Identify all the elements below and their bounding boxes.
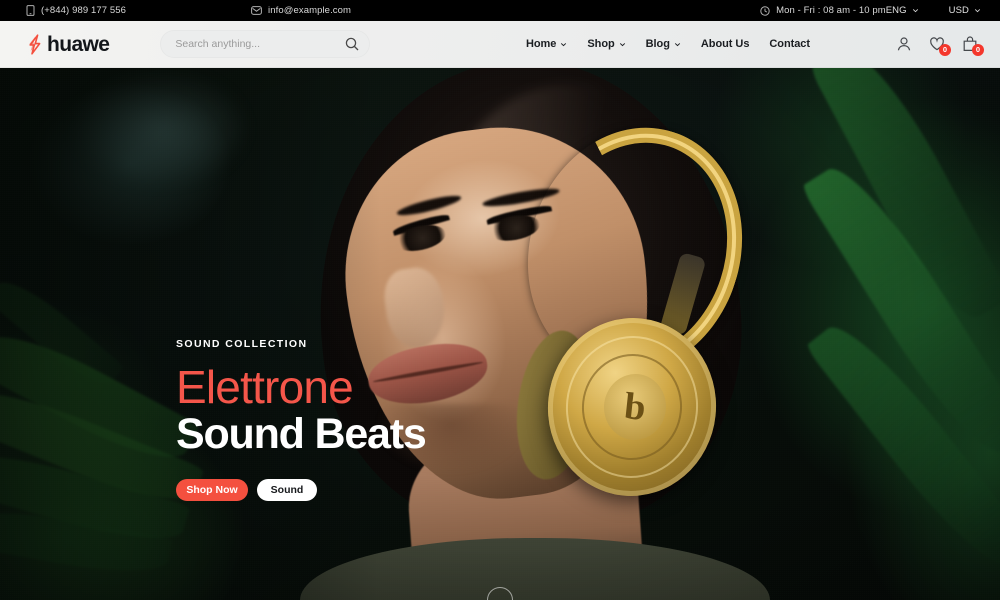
lightning-bolt-icon <box>29 33 41 55</box>
logo[interactable]: huawe <box>26 32 110 56</box>
account-button[interactable] <box>896 36 912 52</box>
chevron-down-icon <box>912 9 918 13</box>
mail-icon <box>251 6 262 15</box>
chevron-down-icon <box>619 42 625 46</box>
logo-text: huawe <box>47 32 110 56</box>
wishlist-count-badge: 0 <box>939 44 951 56</box>
cart-button[interactable]: 0 <box>962 36 984 56</box>
phone-icon <box>26 5 35 16</box>
language-selector-label: ENG <box>885 5 907 16</box>
topbar-selectors: ENG USD <box>886 5 989 16</box>
wishlist-button[interactable]: 0 <box>929 36 951 56</box>
topbar-phone[interactable]: (+844) 989 177 556 <box>26 5 126 16</box>
currency-selector[interactable]: USD <box>949 5 981 16</box>
user-icon <box>897 37 911 51</box>
topbar-email-text: info@example.com <box>268 5 352 16</box>
nav-item-shop[interactable]: Shop <box>587 38 625 50</box>
model-shoulder <box>300 538 770 600</box>
hero-eyebrow: SOUND COLLECTION <box>176 338 308 350</box>
topbar-hours-text: Mon - Fri : 08 am - 10 pm <box>776 5 886 16</box>
main-navigation: Home Shop Blog About Us Contact 0 0 <box>526 36 984 56</box>
nav-item-contact-label: Contact <box>769 38 810 50</box>
nav-item-shop-label: Shop <box>587 38 615 50</box>
header-actions: 0 0 <box>896 36 984 56</box>
nav-item-blog[interactable]: Blog <box>646 38 681 50</box>
search-bar[interactable] <box>160 30 371 58</box>
clock-icon <box>760 5 770 16</box>
language-selector[interactable]: ENG <box>886 5 919 16</box>
search-icon <box>346 37 359 51</box>
search-button[interactable] <box>345 37 359 51</box>
hero-title-main: Sound Beats <box>176 410 427 458</box>
nav-item-blog-label: Blog <box>645 38 670 50</box>
nav-item-about-us-label: About Us <box>700 38 750 50</box>
site-header: huawe Home Shop Blog About Us Contact <box>0 21 1000 68</box>
topbar-email[interactable]: info@example.com <box>251 5 351 16</box>
top-bar: (+844) 989 177 556 info@example.com Mon … <box>0 0 1000 21</box>
model-with-headphones: b <box>200 68 840 600</box>
sound-button[interactable]: Sound <box>257 479 317 502</box>
chevron-down-icon <box>561 42 567 46</box>
nav-item-contact[interactable]: Contact <box>769 38 810 50</box>
hero-actions: Shop Now Sound <box>176 479 426 502</box>
cart-count-badge: 0 <box>972 44 984 56</box>
hero-background-image: b <box>0 68 1000 600</box>
currency-selector-label: USD <box>948 5 969 16</box>
search-input[interactable] <box>175 38 346 50</box>
shop-now-button[interactable]: Shop Now <box>176 479 248 502</box>
topbar-hours: Mon - Fri : 08 am - 10 pm <box>760 5 886 16</box>
nav-item-home-label: Home <box>525 38 557 50</box>
chevron-down-icon <box>674 42 681 46</box>
nav-item-home[interactable]: Home <box>526 38 567 50</box>
hero-content: SOUND COLLECTION Elettrone Sound Beats S… <box>176 338 427 502</box>
chevron-down-icon <box>974 9 981 13</box>
topbar-phone-text: (+844) 989 177 556 <box>41 5 126 16</box>
nav-item-about-us[interactable]: About Us <box>700 38 750 50</box>
hero-banner: b SOUND COLLECTION Elettrone Sound Beats… <box>0 68 1000 600</box>
hero-title-accent: Elettrone <box>176 361 354 413</box>
